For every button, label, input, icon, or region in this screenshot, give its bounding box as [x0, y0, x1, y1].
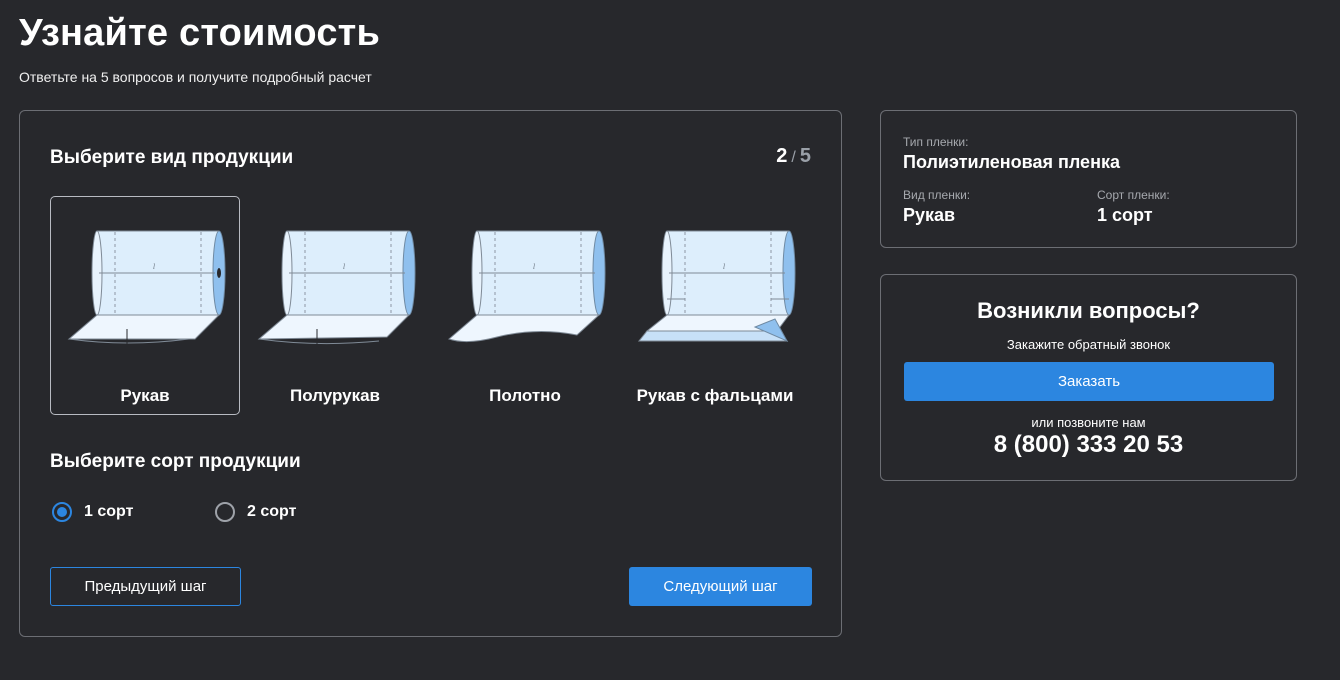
- film-kind-caption: Вид пленки:: [903, 188, 971, 202]
- product-label: Рукав: [120, 386, 170, 405]
- tube-roll-icon: l: [67, 230, 226, 347]
- phone-number[interactable]: 8 (800) 333 20 53: [881, 431, 1296, 459]
- selection-summary: Тип пленки: Полиэтиленовая пленка Вид пл…: [880, 110, 1297, 248]
- svg-text:l: l: [343, 263, 345, 271]
- next-step-button[interactable]: Следующий шаг: [629, 567, 812, 606]
- product-label: Полурукав: [289, 386, 380, 405]
- product-type-question: Выберите вид продукции: [50, 147, 294, 168]
- order-callback-button[interactable]: Заказать: [904, 362, 1274, 401]
- grade-radio-1[interactable]: 1 сорт: [52, 500, 133, 524]
- call-us-text: или позвоните нам: [1031, 415, 1146, 430]
- grade-radio-2[interactable]: 2 сорт: [215, 500, 296, 524]
- previous-step-button[interactable]: Предыдущий шаг: [50, 567, 241, 606]
- film-grade-value: 1 сорт: [1097, 205, 1153, 225]
- contact-subtitle: Закажите обратный звонок: [1006, 337, 1171, 352]
- step-separator: /: [791, 149, 796, 166]
- radio-unchecked-icon[interactable]: [215, 502, 235, 522]
- contact-title: Возникли вопросы?: [977, 298, 1200, 323]
- film-type-caption: Тип пленки:: [903, 135, 969, 149]
- svg-text:l: l: [723, 263, 725, 271]
- page-title: Узнайте стоимость: [19, 12, 381, 54]
- step-counter: 2/5: [776, 145, 811, 168]
- sheet-roll-icon: l: [448, 230, 606, 343]
- film-type-value: Полиэтиленовая пленка: [903, 152, 1120, 172]
- radio-label: 1 сорт: [84, 503, 134, 520]
- product-option-gusseted-tube[interactable]: l Рукав с фальцами: [620, 196, 810, 415]
- svg-text:l: l: [533, 263, 535, 271]
- step-current: 2: [776, 145, 788, 167]
- product-label: Полотно: [489, 386, 561, 405]
- product-option-half-tube[interactable]: l Полурукав: [240, 196, 430, 415]
- gusseted-tube-roll-icon: l: [637, 230, 796, 343]
- half-tube-roll-icon: l: [257, 230, 416, 347]
- contact-card: Возникли вопросы? Закажите обратный звон…: [880, 274, 1297, 481]
- page-subtitle: Ответьте на 5 вопросов и получите подроб…: [19, 69, 372, 85]
- product-option-tube[interactable]: l Рукав: [50, 196, 240, 415]
- radio-checked-icon[interactable]: [52, 502, 72, 522]
- film-kind-value: Рукав: [903, 205, 956, 225]
- radio-label: 2 сорт: [247, 503, 297, 520]
- step-total: 5: [799, 145, 811, 167]
- product-option-sheet[interactable]: l Полотно: [430, 196, 620, 415]
- quiz-card: Выберите вид продукции 2/5 l Рукав l Пол…: [19, 110, 842, 637]
- svg-text:l: l: [153, 263, 155, 271]
- grade-question: Выберите сорт продукции: [50, 451, 301, 472]
- product-label: Рукав с фальцами: [636, 386, 794, 405]
- film-grade-caption: Сорт пленки:: [1097, 188, 1170, 202]
